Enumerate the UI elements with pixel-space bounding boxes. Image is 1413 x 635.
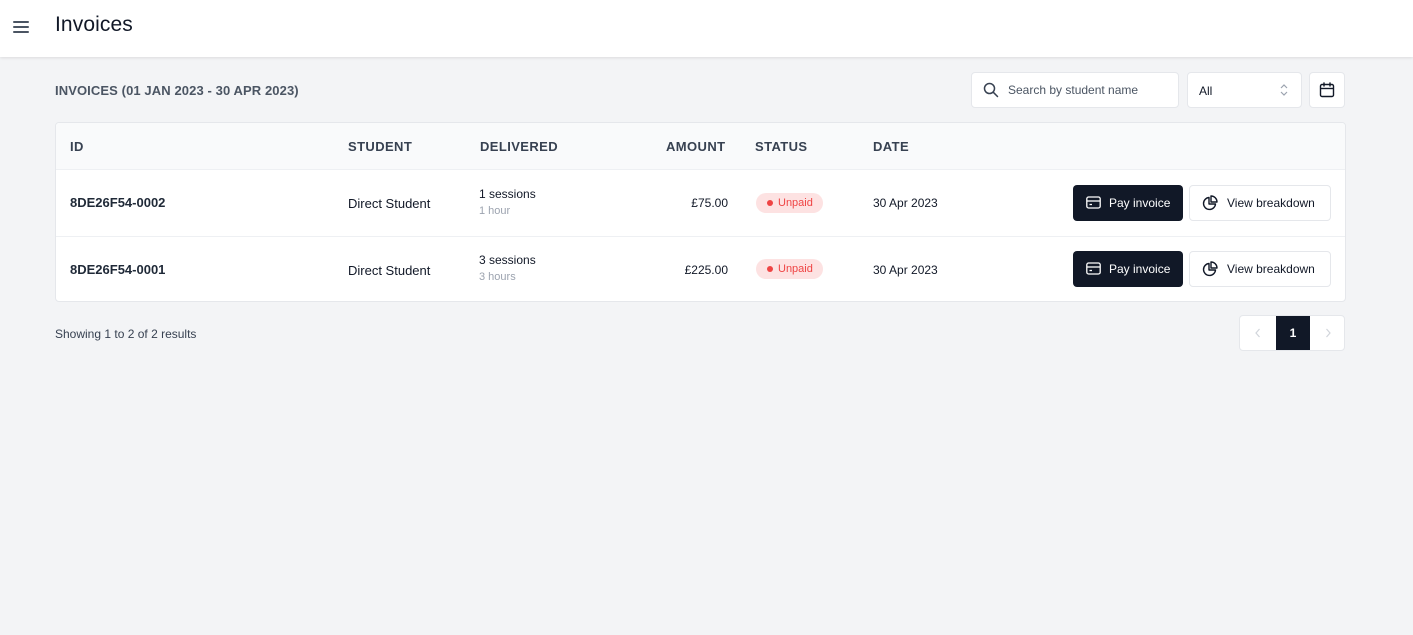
page-title: Invoices — [55, 13, 133, 36]
status-badge: Unpaid — [756, 259, 823, 279]
status-dot-icon — [767, 266, 773, 272]
chevron-up-down-icon — [1280, 84, 1288, 96]
status-label: Unpaid — [778, 197, 813, 209]
top-bar: Invoices — [0, 0, 1413, 57]
status-badge: Unpaid — [756, 193, 823, 213]
date-range-button[interactable] — [1309, 72, 1345, 108]
delivered-sessions: 3 sessions — [479, 253, 536, 267]
calendar-icon — [1319, 82, 1335, 98]
pay-invoice-button[interactable]: Pay invoice — [1073, 185, 1183, 221]
credit-card-icon — [1086, 262, 1101, 275]
search-field[interactable] — [971, 72, 1179, 108]
status-dot-icon — [767, 200, 773, 206]
column-header-delivered: DELIVERED — [480, 139, 559, 154]
pay-invoice-label: Pay invoice — [1109, 196, 1171, 210]
results-summary: Showing 1 to 2 of 2 results — [55, 327, 197, 341]
search-input[interactable] — [1008, 73, 1176, 107]
delivered-sessions: 1 sessions — [479, 187, 536, 201]
pay-invoice-button[interactable]: Pay invoice — [1073, 251, 1183, 287]
pay-invoice-label: Pay invoice — [1109, 262, 1171, 276]
invoice-date: 30 Apr 2023 — [873, 196, 938, 210]
view-breakdown-label: View breakdown — [1227, 262, 1315, 276]
status-filter-select[interactable]: All — [1187, 72, 1302, 108]
menu-icon[interactable] — [12, 18, 32, 36]
view-breakdown-button[interactable]: View breakdown — [1189, 251, 1331, 287]
invoices-table: ID STUDENT DELIVERED AMOUNT STATUS DATE … — [55, 122, 1346, 302]
column-header-student: STUDENT — [348, 139, 413, 154]
invoice-amount: £225.00 — [684, 263, 728, 277]
table-row: 8DE26F54-0002 Direct Student 1 sessions … — [56, 170, 1345, 236]
previous-page-button[interactable] — [1240, 316, 1276, 350]
view-breakdown-label: View breakdown — [1227, 196, 1315, 210]
pie-chart-icon — [1202, 195, 1218, 211]
credit-card-icon — [1086, 196, 1101, 209]
chevron-left-icon — [1255, 328, 1260, 338]
column-header-date: DATE — [873, 139, 910, 154]
view-breakdown-button[interactable]: View breakdown — [1189, 185, 1331, 221]
status-label: Unpaid — [778, 263, 813, 275]
search-icon — [983, 82, 999, 98]
next-page-button[interactable] — [1310, 316, 1344, 350]
status-filter-value: All — [1199, 84, 1213, 98]
pagination: 1 — [1239, 315, 1345, 351]
chevron-right-icon — [1326, 328, 1331, 338]
student-name: Direct Student — [348, 263, 431, 278]
student-name: Direct Student — [348, 196, 431, 211]
invoice-date: 30 Apr 2023 — [873, 263, 938, 277]
column-header-status: STATUS — [755, 139, 808, 154]
table-header: ID STUDENT DELIVERED AMOUNT STATUS DATE — [56, 123, 1345, 170]
section-title: INVOICES (01 JAN 2023 - 30 APR 2023) — [55, 83, 299, 98]
invoice-amount: £75.00 — [691, 196, 728, 210]
invoice-id: 8DE26F54-0001 — [70, 262, 166, 277]
delivered-hours: 1 hour — [479, 205, 511, 217]
column-header-id: ID — [70, 139, 84, 154]
pie-chart-icon — [1202, 261, 1218, 277]
invoice-id: 8DE26F54-0002 — [70, 195, 166, 210]
column-header-amount: AMOUNT — [666, 139, 726, 154]
page-number-current[interactable]: 1 — [1276, 316, 1310, 350]
table-row: 8DE26F54-0001 Direct Student 3 sessions … — [56, 236, 1345, 301]
delivered-hours: 3 hours — [479, 271, 516, 283]
